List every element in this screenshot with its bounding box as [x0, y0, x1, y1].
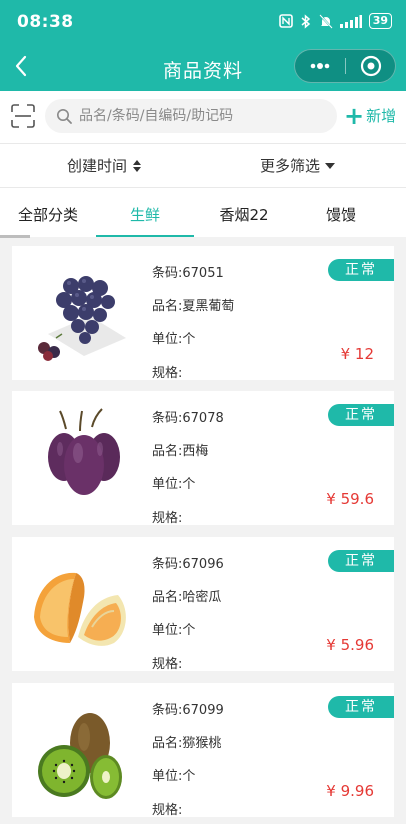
- add-product-button[interactable]: + 新增: [344, 101, 397, 130]
- bluetooth-icon: [301, 13, 310, 29]
- unit-text: 单位:个: [152, 332, 196, 347]
- spec-text: 规格:: [152, 366, 183, 381]
- search-box: [45, 99, 337, 133]
- product-name: 品名:猕猴桃: [152, 736, 222, 751]
- filter-row: 创建时间 更多筛选: [0, 143, 406, 187]
- price-text: ¥ 5.96: [326, 636, 374, 654]
- sort-arrows-icon: [133, 159, 142, 172]
- close-target-icon[interactable]: [346, 50, 396, 82]
- status-bar: 08:38 39: [0, 0, 406, 46]
- more-filters-label: 更多筛选: [260, 157, 321, 175]
- nfc-icon: [278, 14, 293, 28]
- price-text: ¥ 59.6: [326, 490, 374, 508]
- price-text: ¥ 9.96: [326, 782, 374, 800]
- search-icon: [57, 109, 72, 124]
- more-dots-icon[interactable]: [295, 50, 345, 82]
- product-card[interactable]: 条码:67099 品名:猕猴桃 单位:个 规格: 正常 ¥ 9.96: [12, 683, 394, 818]
- battery-icon: 39: [368, 13, 392, 29]
- barcode-text: 条码:67096: [152, 557, 224, 572]
- mute-bell-icon: [318, 13, 333, 29]
- active-tab-indicator: [96, 235, 194, 237]
- kiwi-image: [38, 713, 122, 799]
- barcode-text: 条码:67078: [152, 411, 224, 426]
- product-card[interactable]: 条码:67078 品名:西梅 单位:个 规格: 正常 ¥ 59.6: [12, 391, 394, 526]
- grape-image: [38, 276, 126, 361]
- status-badge: 正常: [328, 259, 394, 281]
- tab-mantou[interactable]: 馒馒: [318, 204, 364, 225]
- barcode-text: 条码:67051: [152, 266, 224, 281]
- product-card[interactable]: 条码:67051 品名:夏黑葡萄 单位:个 规格: 正常 ¥ 12: [12, 246, 394, 381]
- plus-icon: +: [344, 101, 365, 130]
- unit-text: 单位:个: [152, 477, 196, 492]
- tab-all-categories[interactable]: 全部分类: [17, 204, 79, 225]
- caret-down-icon: [325, 162, 336, 169]
- scan-icon[interactable]: [11, 104, 35, 128]
- spec-text: 规格:: [152, 803, 183, 818]
- tab-cigarettes[interactable]: 香烟22: [213, 204, 275, 225]
- status-time: 08:38: [17, 12, 74, 32]
- plum-image: [48, 408, 120, 495]
- status-badge: 正常: [328, 696, 394, 718]
- tab-fresh[interactable]: 生鲜: [118, 204, 172, 225]
- sort-label: 创建时间: [67, 157, 128, 175]
- product-name: 品名:哈密瓜: [152, 590, 222, 605]
- mini-program-capsule: [294, 49, 396, 83]
- spec-text: 规格:: [152, 511, 183, 526]
- status-badge: 正常: [328, 404, 394, 426]
- sort-by-created-time[interactable]: 创建时间: [67, 155, 142, 176]
- search-input[interactable]: [79, 99, 329, 133]
- add-label: 新增: [366, 107, 397, 125]
- unit-text: 单位:个: [152, 623, 196, 638]
- product-card[interactable]: 条码:67096 品名:哈密瓜 单位:个 规格: 正常 ¥ 5.96: [12, 537, 394, 672]
- price-text: ¥ 12: [340, 345, 374, 363]
- status-icons: 39: [278, 13, 392, 29]
- unit-text: 单位:个: [152, 769, 196, 784]
- status-badge: 正常: [328, 550, 394, 572]
- signal-icon: [339, 14, 362, 28]
- category-tabs: 全部分类 生鲜 香烟22 馒馒: [0, 187, 406, 238]
- top-bar: 08:38 39 商品资料: [0, 0, 406, 91]
- cantaloupe-image: [34, 572, 126, 646]
- barcode-text: 条码:67099: [152, 703, 224, 718]
- tab-scroll-indicator: [0, 235, 30, 238]
- more-filters-dropdown[interactable]: 更多筛选: [260, 155, 336, 176]
- spec-text: 规格:: [152, 657, 183, 672]
- product-name: 品名:西梅: [152, 444, 209, 459]
- search-row: + 新增: [0, 91, 406, 143]
- product-name: 品名:夏黑葡萄: [152, 299, 235, 314]
